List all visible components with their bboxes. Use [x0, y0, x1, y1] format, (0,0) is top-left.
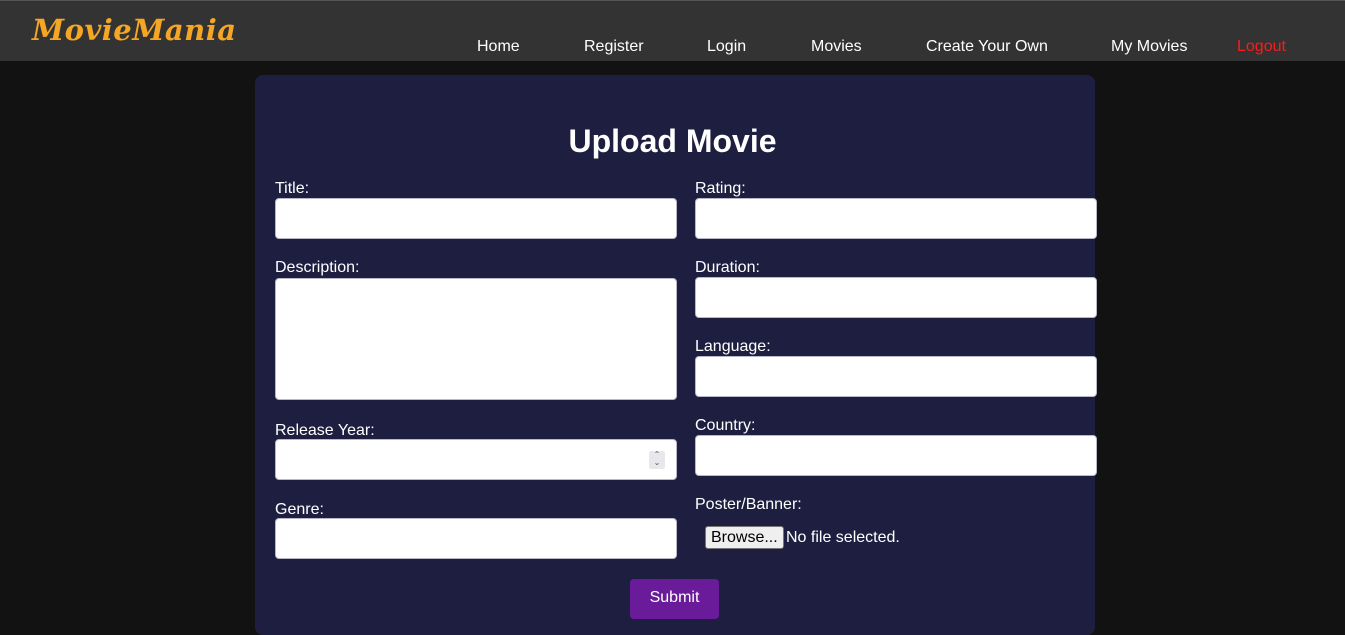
language-input[interactable]: [695, 356, 1097, 397]
rating-label: Rating:: [695, 180, 746, 197]
nav-logout-link[interactable]: Logout: [1237, 38, 1286, 56]
language-label: Language:: [695, 338, 771, 355]
release-year-label: Release Year:: [275, 422, 375, 439]
nav-movies-link[interactable]: Movies: [811, 38, 862, 56]
rating-input[interactable]: [695, 198, 1097, 239]
description-textarea[interactable]: [275, 278, 677, 400]
description-label: Description:: [275, 259, 360, 276]
nav-register-link[interactable]: Register: [584, 38, 644, 56]
nav-create-your-own-link[interactable]: Create Your Own: [926, 38, 1048, 56]
page-title: Upload Movie: [568, 123, 777, 159]
number-spinner-icon[interactable]: ⌃ ⌄: [649, 451, 665, 469]
submit-button[interactable]: Submit: [630, 579, 719, 619]
genre-label: Genre:: [275, 501, 324, 518]
title-label: Title:: [275, 180, 310, 197]
file-status-text: No file selected.: [786, 529, 900, 546]
poster-label: Poster/Banner:: [695, 496, 802, 513]
duration-label: Duration:: [695, 259, 760, 276]
browse-file-button[interactable]: Browse...: [705, 526, 784, 549]
country-input[interactable]: [695, 435, 1097, 476]
title-input[interactable]: [275, 198, 677, 239]
nav-my-movies-link[interactable]: My Movies: [1111, 38, 1187, 56]
nav-home-link[interactable]: Home: [477, 38, 520, 56]
genre-input[interactable]: [275, 518, 677, 559]
brand-logo[interactable]: MovieMania: [32, 13, 237, 47]
country-label: Country:: [695, 417, 756, 434]
duration-input[interactable]: [695, 277, 1097, 318]
release-year-input[interactable]: [275, 439, 677, 480]
nav-login-link[interactable]: Login: [707, 38, 746, 56]
